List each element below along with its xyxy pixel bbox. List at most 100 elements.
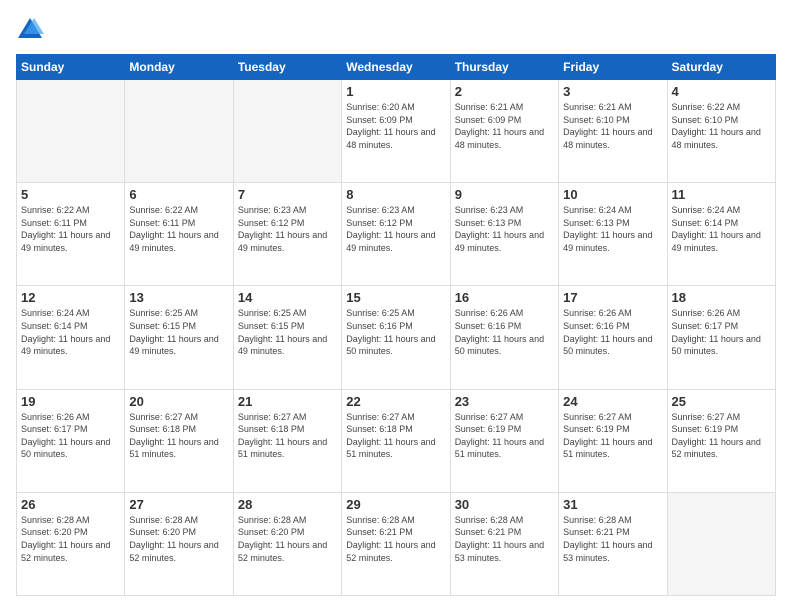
calendar-cell: 27 Sunrise: 6:28 AMSunset: 6:20 PMDayligh… xyxy=(125,492,233,595)
calendar-cell: 12 Sunrise: 6:24 AMSunset: 6:14 PMDayligh… xyxy=(17,286,125,389)
day-info: Sunrise: 6:26 AMSunset: 6:17 PMDaylight:… xyxy=(672,307,771,357)
day-number: 20 xyxy=(129,394,228,409)
calendar-cell: 25 Sunrise: 6:27 AMSunset: 6:19 PMDayligh… xyxy=(667,389,775,492)
day-number: 27 xyxy=(129,497,228,512)
day-number: 31 xyxy=(563,497,662,512)
day-info: Sunrise: 6:28 AMSunset: 6:20 PMDaylight:… xyxy=(238,514,337,564)
calendar-cell: 1 Sunrise: 6:20 AMSunset: 6:09 PMDaylight… xyxy=(342,80,450,183)
day-number: 19 xyxy=(21,394,120,409)
calendar-cell: 15Sunrise: 6:25 AMSunset: 6:16 PMDayligh… xyxy=(342,286,450,389)
calendar-cell: 11 Sunrise: 6:24 AMSunset: 6:14 PMDayligh… xyxy=(667,183,775,286)
day-number: 8 xyxy=(346,187,445,202)
calendar-cell: 8 Sunrise: 6:23 AMSunset: 6:12 PMDaylight… xyxy=(342,183,450,286)
day-number: 1 xyxy=(346,84,445,99)
calendar-week-row: 19 Sunrise: 6:26 AMSunset: 6:17 PMDayligh… xyxy=(17,389,776,492)
day-number: 22 xyxy=(346,394,445,409)
day-info: Sunrise: 6:24 AMSunset: 6:13 PMDaylight:… xyxy=(563,204,662,254)
day-info: Sunrise: 6:28 AMSunset: 6:20 PMDaylight:… xyxy=(129,514,228,564)
day-number: 7 xyxy=(238,187,337,202)
calendar-cell xyxy=(125,80,233,183)
calendar-cell: 29Sunrise: 6:28 AMSunset: 6:21 PMDayligh… xyxy=(342,492,450,595)
calendar-cell: 31 Sunrise: 6:28 AMSunset: 6:21 PMDayligh… xyxy=(559,492,667,595)
logo xyxy=(16,16,48,44)
calendar-cell: 2 Sunrise: 6:21 AMSunset: 6:09 PMDaylight… xyxy=(450,80,558,183)
day-number: 25 xyxy=(672,394,771,409)
calendar-cell: 13Sunrise: 6:25 AMSunset: 6:15 PMDayligh… xyxy=(125,286,233,389)
calendar-cell: 5 Sunrise: 6:22 AMSunset: 6:11 PMDaylight… xyxy=(17,183,125,286)
day-info: Sunrise: 6:28 AMSunset: 6:21 PMDaylight:… xyxy=(455,514,554,564)
calendar-cell xyxy=(667,492,775,595)
day-info: Sunrise: 6:22 AMSunset: 6:11 PMDaylight:… xyxy=(21,204,120,254)
calendar-cell: 17 Sunrise: 6:26 AMSunset: 6:16 PMDayligh… xyxy=(559,286,667,389)
calendar-header: SundayMondayTuesdayWednesdayThursdayFrid… xyxy=(17,55,776,80)
calendar-cell: 30 Sunrise: 6:28 AMSunset: 6:21 PMDayligh… xyxy=(450,492,558,595)
calendar-cell: 6 Sunrise: 6:22 AMSunset: 6:11 PMDaylight… xyxy=(125,183,233,286)
day-info: Sunrise: 6:23 AMSunset: 6:12 PMDaylight:… xyxy=(346,204,445,254)
calendar-cell: 9Sunrise: 6:23 AMSunset: 6:13 PMDaylight… xyxy=(450,183,558,286)
day-number: 18 xyxy=(672,290,771,305)
day-number: 10 xyxy=(563,187,662,202)
calendar-body: 1 Sunrise: 6:20 AMSunset: 6:09 PMDaylight… xyxy=(17,80,776,596)
day-info: Sunrise: 6:24 AMSunset: 6:14 PMDaylight:… xyxy=(21,307,120,357)
day-number: 13 xyxy=(129,290,228,305)
day-info: Sunrise: 6:22 AMSunset: 6:11 PMDaylight:… xyxy=(129,204,228,254)
calendar-cell: 20Sunrise: 6:27 AMSunset: 6:18 PMDayligh… xyxy=(125,389,233,492)
day-number: 5 xyxy=(21,187,120,202)
day-info: Sunrise: 6:28 AMSunset: 6:20 PMDaylight:… xyxy=(21,514,120,564)
day-info: Sunrise: 6:27 AMSunset: 6:19 PMDaylight:… xyxy=(455,411,554,461)
calendar-week-row: 26Sunrise: 6:28 AMSunset: 6:20 PMDayligh… xyxy=(17,492,776,595)
day-number: 3 xyxy=(563,84,662,99)
calendar-cell: 23 Sunrise: 6:27 AMSunset: 6:19 PMDayligh… xyxy=(450,389,558,492)
day-info: Sunrise: 6:24 AMSunset: 6:14 PMDaylight:… xyxy=(672,204,771,254)
day-info: Sunrise: 6:26 AMSunset: 6:16 PMDaylight:… xyxy=(563,307,662,357)
calendar-cell: 16 Sunrise: 6:26 AMSunset: 6:16 PMDayligh… xyxy=(450,286,558,389)
calendar-cell: 3Sunrise: 6:21 AMSunset: 6:10 PMDaylight… xyxy=(559,80,667,183)
weekday-header-friday: Friday xyxy=(559,55,667,80)
day-info: Sunrise: 6:26 AMSunset: 6:17 PMDaylight:… xyxy=(21,411,120,461)
calendar-cell: 19 Sunrise: 6:26 AMSunset: 6:17 PMDayligh… xyxy=(17,389,125,492)
calendar-cell: 22 Sunrise: 6:27 AMSunset: 6:18 PMDayligh… xyxy=(342,389,450,492)
calendar-cell: 7Sunrise: 6:23 AMSunset: 6:12 PMDaylight… xyxy=(233,183,341,286)
day-number: 12 xyxy=(21,290,120,305)
day-number: 16 xyxy=(455,290,554,305)
day-number: 23 xyxy=(455,394,554,409)
day-number: 2 xyxy=(455,84,554,99)
day-number: 24 xyxy=(563,394,662,409)
day-number: 9 xyxy=(455,187,554,202)
day-info: Sunrise: 6:27 AMSunset: 6:18 PMDaylight:… xyxy=(346,411,445,461)
calendar-cell: 26Sunrise: 6:28 AMSunset: 6:20 PMDayligh… xyxy=(17,492,125,595)
day-number: 30 xyxy=(455,497,554,512)
day-info: Sunrise: 6:25 AMSunset: 6:16 PMDaylight:… xyxy=(346,307,445,357)
calendar-week-row: 5 Sunrise: 6:22 AMSunset: 6:11 PMDaylight… xyxy=(17,183,776,286)
weekday-header-monday: Monday xyxy=(125,55,233,80)
day-number: 6 xyxy=(129,187,228,202)
day-number: 29 xyxy=(346,497,445,512)
day-info: Sunrise: 6:27 AMSunset: 6:18 PMDaylight:… xyxy=(238,411,337,461)
day-number: 14 xyxy=(238,290,337,305)
calendar-cell: 14 Sunrise: 6:25 AMSunset: 6:15 PMDayligh… xyxy=(233,286,341,389)
day-info: Sunrise: 6:20 AMSunset: 6:09 PMDaylight:… xyxy=(346,101,445,151)
weekday-header-sunday: Sunday xyxy=(17,55,125,80)
day-info: Sunrise: 6:26 AMSunset: 6:16 PMDaylight:… xyxy=(455,307,554,357)
calendar-cell xyxy=(233,80,341,183)
day-info: Sunrise: 6:21 AMSunset: 6:09 PMDaylight:… xyxy=(455,101,554,151)
calendar-cell: 18 Sunrise: 6:26 AMSunset: 6:17 PMDayligh… xyxy=(667,286,775,389)
day-info: Sunrise: 6:25 AMSunset: 6:15 PMDaylight:… xyxy=(238,307,337,357)
calendar-week-row: 12 Sunrise: 6:24 AMSunset: 6:14 PMDayligh… xyxy=(17,286,776,389)
weekday-header-tuesday: Tuesday xyxy=(233,55,341,80)
day-info: Sunrise: 6:27 AMSunset: 6:19 PMDaylight:… xyxy=(563,411,662,461)
calendar-cell: 24 Sunrise: 6:27 AMSunset: 6:19 PMDayligh… xyxy=(559,389,667,492)
day-number: 28 xyxy=(238,497,337,512)
calendar-cell: 4Sunrise: 6:22 AMSunset: 6:10 PMDaylight… xyxy=(667,80,775,183)
weekday-header-saturday: Saturday xyxy=(667,55,775,80)
calendar-table: SundayMondayTuesdayWednesdayThursdayFrid… xyxy=(16,54,776,596)
calendar-cell: 28 Sunrise: 6:28 AMSunset: 6:20 PMDayligh… xyxy=(233,492,341,595)
day-number: 11 xyxy=(672,187,771,202)
day-number: 17 xyxy=(563,290,662,305)
day-info: Sunrise: 6:28 AMSunset: 6:21 PMDaylight:… xyxy=(563,514,662,564)
weekday-header-row: SundayMondayTuesdayWednesdayThursdayFrid… xyxy=(17,55,776,80)
day-info: Sunrise: 6:22 AMSunset: 6:10 PMDaylight:… xyxy=(672,101,771,151)
calendar-cell xyxy=(17,80,125,183)
day-info: Sunrise: 6:27 AMSunset: 6:19 PMDaylight:… xyxy=(672,411,771,461)
logo-icon xyxy=(16,16,44,44)
